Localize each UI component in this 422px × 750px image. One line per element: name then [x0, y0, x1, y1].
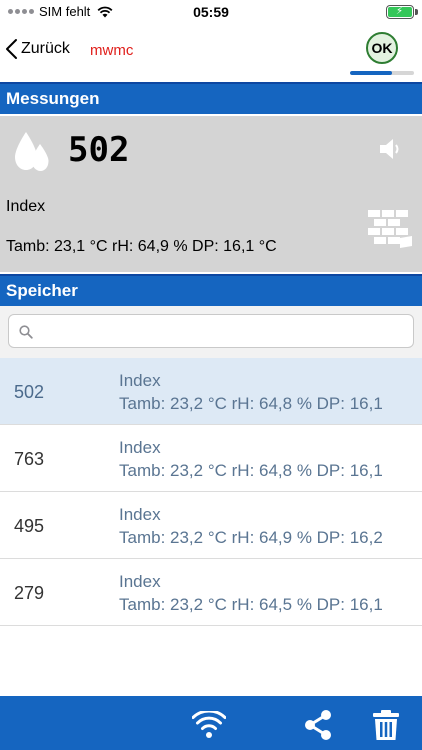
record-value: 763: [14, 449, 45, 469]
record-detail: Tamb: 23,2 °C rH: 64,8 % DP: 16,1: [119, 394, 383, 413]
nav-bar: Zurück mwmc OK: [0, 24, 422, 80]
speaker-icon[interactable]: [378, 138, 404, 160]
clock: 05:59: [193, 4, 229, 20]
share-button[interactable]: [300, 708, 336, 742]
battery-icon: ⚡: [386, 5, 418, 19]
trash-icon: [373, 710, 399, 740]
back-button[interactable]: Zurück: [4, 38, 70, 60]
section-header-storage: Speicher: [0, 274, 422, 306]
wifi-icon: [192, 711, 226, 738]
record-value: 495: [14, 516, 45, 536]
record-mode: Index: [119, 572, 161, 591]
record-row[interactable]: 763 Index Tamb: 23,2 °C rH: 64,8 % DP: 1…: [0, 425, 422, 492]
status-bar: SIM fehlt 05:59 ⚡: [0, 0, 422, 24]
wifi-button[interactable]: [191, 708, 227, 742]
record-detail: Tamb: 23,2 °C rH: 64,8 % DP: 16,1: [119, 461, 383, 480]
share-icon: [305, 710, 331, 740]
device-title: mwmc: [90, 42, 134, 59]
measurement-mode: Index: [6, 198, 46, 215]
record-mode: Index: [119, 505, 161, 524]
measurement-panel: 502 Index Tamb: 23,1 °C rH: 64,9 % DP: 1…: [0, 116, 422, 272]
record-value: 279: [14, 583, 45, 603]
chevron-left-icon: [6, 39, 17, 59]
back-label: Zurück: [21, 40, 70, 57]
bottom-toolbar: [0, 696, 422, 750]
record-value: 502: [14, 382, 45, 402]
brick-wall-icon[interactable]: [366, 206, 414, 250]
section-header-measurements: Messungen: [0, 82, 422, 114]
record-list: 502 Index Tamb: 23,2 °C rH: 64,8 % DP: 1…: [0, 358, 422, 626]
record-mode: Index: [119, 438, 161, 457]
record-detail: Tamb: 23,2 °C rH: 64,9 % DP: 16,2: [119, 528, 383, 547]
measurement-value: 502: [68, 130, 130, 170]
search-input[interactable]: [39, 321, 399, 343]
record-mode: Index: [119, 371, 161, 390]
delete-button[interactable]: [368, 708, 404, 742]
search-field[interactable]: [8, 314, 414, 348]
record-detail: Tamb: 23,2 °C rH: 64,5 % DP: 16,1: [119, 595, 383, 614]
progress-fill: [350, 71, 392, 75]
ambient-readout: Tamb: 23,1 °C rH: 64,9 % DP: 16,1 °C: [6, 238, 277, 255]
search-icon: [19, 325, 33, 339]
record-row[interactable]: 502 Index Tamb: 23,2 °C rH: 64,8 % DP: 1…: [0, 358, 422, 425]
search-bar: [0, 306, 422, 358]
record-row[interactable]: 279 Index Tamb: 23,2 °C rH: 64,5 % DP: 1…: [0, 559, 422, 626]
water-drop-icon: [15, 132, 49, 171]
ok-button[interactable]: OK: [366, 32, 398, 64]
progress-bar: [350, 71, 414, 75]
record-row[interactable]: 495 Index Tamb: 23,2 °C rH: 64,9 % DP: 1…: [0, 492, 422, 559]
